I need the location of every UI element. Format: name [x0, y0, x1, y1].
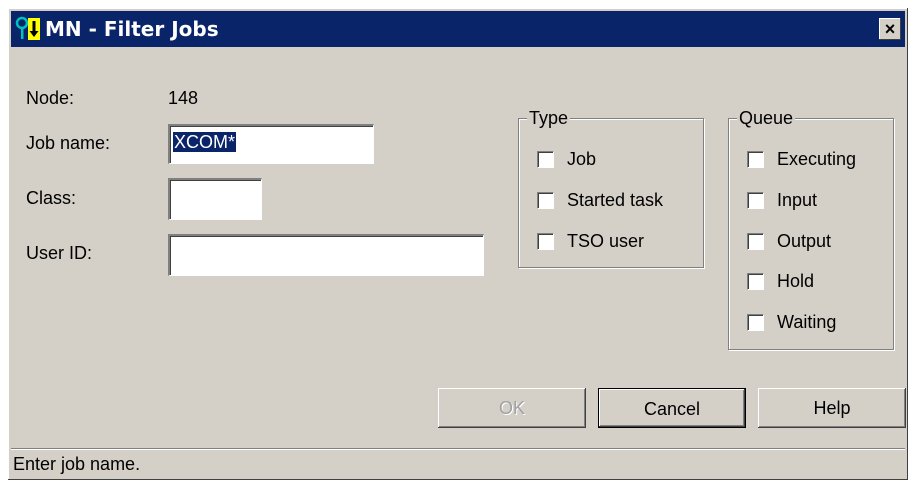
- checkbox-label: Input: [777, 189, 818, 210]
- help-button[interactable]: Help: [758, 388, 906, 428]
- type-group-legend: Type: [527, 107, 571, 129]
- close-button[interactable]: ×: [879, 18, 901, 40]
- checkbox-label: Output: [777, 230, 832, 251]
- user-id-field[interactable]: [168, 234, 484, 276]
- window-title: MN - Filter Jobs: [45, 17, 219, 41]
- queue-executing-checkbox[interactable]: Executing: [747, 147, 856, 171]
- checkbox-label: Waiting: [777, 311, 837, 332]
- key-arrow-icon: [15, 16, 41, 42]
- checkbox-box[interactable]: [747, 191, 764, 209]
- queue-group-legend: Queue: [737, 107, 796, 129]
- checkbox-label: Started task: [567, 189, 664, 210]
- job-name-label: Job name:: [26, 133, 111, 153]
- status-text: Enter job name.: [13, 454, 141, 474]
- queue-group: Queue Executing Input Output Hold Waitin…: [728, 107, 894, 350]
- ok-button[interactable]: OK: [438, 388, 586, 428]
- cancel-button[interactable]: Cancel: [598, 388, 746, 428]
- checkbox-box[interactable]: [537, 232, 554, 250]
- checkbox-label: Executing: [777, 148, 857, 169]
- checkbox-box[interactable]: [747, 232, 764, 250]
- checkbox-box[interactable]: [537, 150, 554, 168]
- checkbox-box[interactable]: [747, 272, 764, 290]
- checkbox-label: Job: [567, 148, 597, 169]
- type-group: Type Job Started task TSO user: [518, 107, 704, 268]
- user-id-label: User ID:: [26, 243, 93, 263]
- queue-hold-checkbox[interactable]: Hold: [747, 269, 814, 293]
- queue-waiting-checkbox[interactable]: Waiting: [747, 310, 836, 334]
- node-label: Node:: [26, 88, 75, 108]
- checkbox-box[interactable]: [747, 150, 764, 168]
- class-label: Class:: [26, 188, 77, 208]
- type-tso-user-checkbox[interactable]: TSO user: [537, 229, 644, 253]
- type-started-task-checkbox[interactable]: Started task: [537, 188, 663, 212]
- job-name-value: XCOM*: [173, 132, 237, 152]
- status-bar: Enter job name.: [11, 448, 905, 478]
- job-name-field[interactable]: XCOM*: [168, 124, 374, 164]
- queue-input-checkbox[interactable]: Input: [747, 188, 817, 212]
- title-bar[interactable]: MN - Filter Jobs ×: [11, 11, 905, 47]
- checkbox-label: Hold: [777, 270, 815, 291]
- checkbox-box[interactable]: [747, 313, 764, 331]
- filter-jobs-dialog: MN - Filter Jobs × Node: 148 Job name: X…: [8, 8, 908, 480]
- class-field[interactable]: [168, 178, 262, 220]
- queue-output-checkbox[interactable]: Output: [747, 229, 831, 253]
- node-value: 148: [168, 88, 199, 108]
- checkbox-label: TSO user: [567, 230, 645, 251]
- close-icon: ×: [884, 19, 896, 39]
- checkbox-box[interactable]: [537, 191, 554, 209]
- type-job-checkbox[interactable]: Job: [537, 147, 596, 171]
